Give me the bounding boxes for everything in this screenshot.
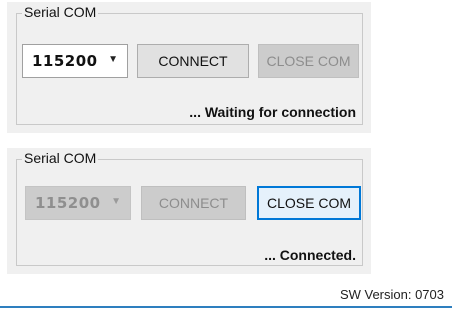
- baud-rate-value: 115200: [35, 194, 101, 212]
- connection-status: ... Waiting for connection: [189, 104, 356, 120]
- baud-rate-select[interactable]: 115200 ▼: [25, 186, 131, 220]
- baud-rate-select[interactable]: 115200 ▼: [22, 44, 128, 78]
- close-com-button[interactable]: CLOSE COM: [258, 44, 359, 78]
- serial-com-panel-connected: Serial COM 115200 ▼ CONNECT CLOSE COM ..…: [7, 148, 371, 274]
- chevron-down-icon: ▼: [108, 54, 118, 65]
- chevron-down-icon: ▼: [111, 196, 121, 207]
- serial-com-panel-disconnected: Serial COM 115200 ▼ CONNECT CLOSE COM ..…: [7, 2, 371, 133]
- connect-button[interactable]: CONNECT: [137, 44, 249, 78]
- group-title: Serial COM: [22, 3, 99, 21]
- group-title: Serial COM: [22, 149, 99, 167]
- sw-version-label: SW Version: 0703: [339, 287, 444, 302]
- connect-button[interactable]: CONNECT: [141, 186, 246, 220]
- close-com-button[interactable]: CLOSE COM: [257, 186, 361, 220]
- connection-status: ... Connected.: [264, 247, 356, 263]
- baud-rate-value: 115200: [32, 52, 98, 70]
- bottom-divider: [0, 306, 452, 308]
